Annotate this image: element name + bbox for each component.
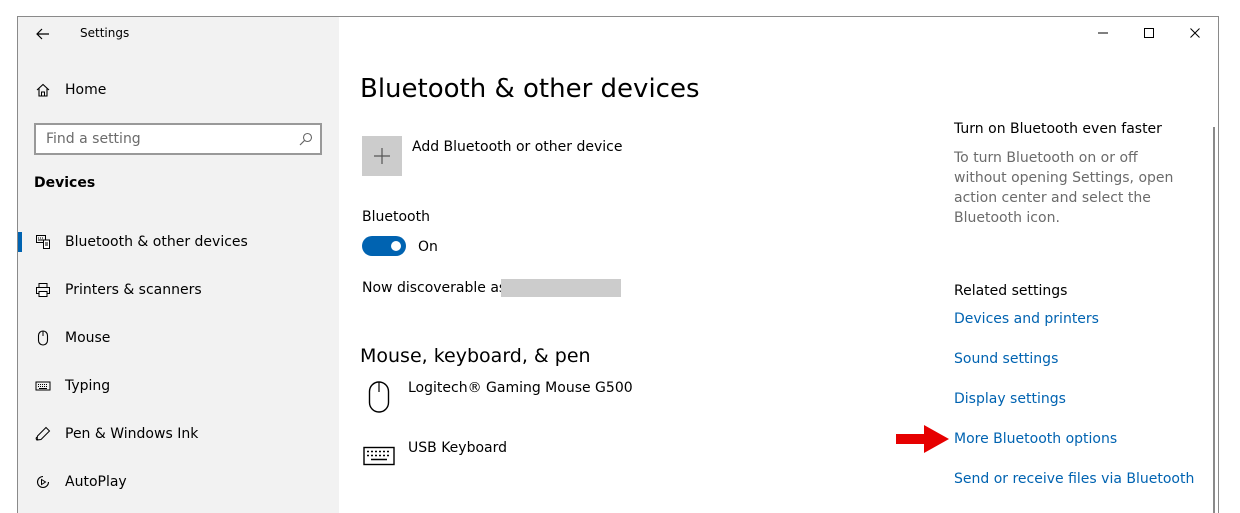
bluetooth-devices-icon <box>34 233 52 251</box>
tip-text: To turn Bluetooth on or off without open… <box>954 150 1174 226</box>
toggle-knob <box>391 241 401 251</box>
sidebar-item-label: AutoPlay <box>65 474 127 490</box>
link-sound-settings[interactable]: Sound settings <box>954 351 1058 367</box>
device-name[interactable]: USB Keyboard <box>408 440 507 456</box>
sidebar-item-pen[interactable]: Pen & Windows Ink <box>18 414 339 454</box>
keyboard-device-icon <box>363 445 395 467</box>
sidebar-item-printers[interactable]: Printers & scanners <box>18 270 339 310</box>
maximize-icon <box>1144 28 1154 38</box>
search-input[interactable] <box>46 131 286 147</box>
sidebar-item-mouse[interactable]: Mouse <box>18 318 339 358</box>
search-box[interactable] <box>34 123 322 155</box>
keyboard-icon <box>34 377 52 395</box>
back-arrow-icon <box>36 28 49 40</box>
pen-icon <box>34 425 52 443</box>
close-icon <box>1190 28 1200 38</box>
autoplay-icon <box>34 473 52 491</box>
device-name[interactable]: Logitech® Gaming Mouse G500 <box>408 380 633 396</box>
printer-icon <box>34 281 52 299</box>
sidebar-section-title: Devices <box>34 175 96 191</box>
bluetooth-state: On <box>418 239 438 255</box>
minimize-icon <box>1098 32 1108 34</box>
related-settings-title: Related settings <box>954 283 1068 299</box>
add-device-button[interactable] <box>362 136 402 176</box>
sidebar-item-typing[interactable]: Typing <box>18 366 339 406</box>
page-title: Bluetooth & other devices <box>360 74 700 104</box>
settings-window: Settings Home Devices Bluetooth & other … <box>17 16 1219 513</box>
red-arrow-annotation <box>896 424 950 458</box>
bluetooth-label: Bluetooth <box>362 209 430 225</box>
active-indicator <box>18 232 22 252</box>
plus-icon <box>374 148 390 164</box>
arrow-right-icon <box>896 425 949 453</box>
window-title: Settings <box>80 26 130 40</box>
home-icon <box>34 81 52 99</box>
sidebar-item-label: Printers & scanners <box>65 282 202 298</box>
mouse-device-icon <box>365 379 393 415</box>
tip-title: Turn on Bluetooth even faster <box>954 121 1162 137</box>
sidebar-item-label: Mouse <box>65 330 111 346</box>
sidebar: Settings Home Devices Bluetooth & other … <box>18 17 339 513</box>
back-button[interactable] <box>32 23 54 45</box>
sidebar-item-label: Bluetooth & other devices <box>65 234 248 250</box>
sidebar-item-home[interactable]: Home <box>18 70 339 110</box>
bluetooth-toggle[interactable] <box>362 236 406 256</box>
minimize-button[interactable] <box>1080 17 1126 49</box>
sidebar-item-label: Typing <box>65 378 111 394</box>
redacted-device-name <box>501 279 621 297</box>
sidebar-item-autoplay[interactable]: AutoPlay <box>18 462 339 502</box>
section-title-input-devices: Mouse, keyboard, & pen <box>360 345 591 367</box>
scrollbar[interactable] <box>1213 127 1215 513</box>
link-more-bluetooth-options[interactable]: More Bluetooth options <box>954 431 1117 447</box>
link-devices-and-printers[interactable]: Devices and printers <box>954 311 1099 327</box>
discoverable-label: Now discoverable as <box>362 280 507 296</box>
link-display-settings[interactable]: Display settings <box>954 391 1066 407</box>
search-icon <box>298 131 314 147</box>
add-device-label[interactable]: Add Bluetooth or other device <box>412 139 622 155</box>
close-button[interactable] <box>1172 17 1218 49</box>
maximize-button[interactable] <box>1126 17 1172 49</box>
mouse-icon <box>34 329 52 347</box>
sidebar-item-bluetooth[interactable]: Bluetooth & other devices <box>18 222 339 262</box>
sidebar-item-label: Home <box>65 82 107 98</box>
sidebar-item-label: Pen & Windows Ink <box>65 426 199 442</box>
link-send-receive-files-bluetooth[interactable]: Send or receive files via Bluetooth <box>954 471 1194 487</box>
